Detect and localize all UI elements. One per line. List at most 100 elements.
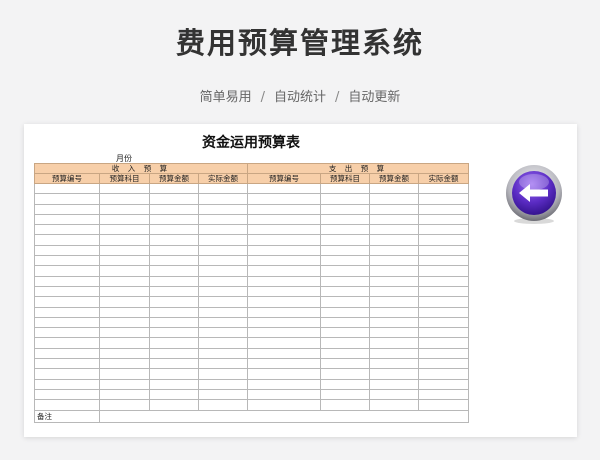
- table-cell[interactable]: [198, 193, 248, 205]
- table-cell[interactable]: [149, 358, 199, 370]
- table-cell[interactable]: [149, 337, 199, 349]
- table-cell[interactable]: [198, 337, 248, 349]
- table-cell[interactable]: [320, 358, 370, 370]
- table-cell[interactable]: [320, 255, 370, 267]
- table-cell[interactable]: [149, 234, 199, 246]
- table-cell[interactable]: [198, 234, 248, 246]
- table-cell[interactable]: [247, 347, 321, 360]
- table-cell[interactable]: [369, 327, 419, 339]
- table-cell[interactable]: [149, 285, 199, 298]
- table-cell[interactable]: [99, 265, 150, 277]
- table-cell[interactable]: [34, 255, 100, 267]
- table-cell[interactable]: [369, 203, 419, 215]
- table-cell[interactable]: [320, 285, 370, 298]
- table-cell[interactable]: [418, 244, 469, 257]
- table-cell[interactable]: [320, 234, 370, 246]
- table-cell[interactable]: [369, 316, 419, 329]
- table-cell[interactable]: [247, 327, 321, 339]
- table-cell[interactable]: [34, 378, 100, 390]
- table-cell[interactable]: [320, 399, 370, 411]
- table-cell[interactable]: [418, 306, 469, 318]
- table-cell[interactable]: [320, 265, 370, 277]
- table-cell[interactable]: [369, 306, 419, 318]
- table-cell[interactable]: [418, 285, 469, 298]
- table-cell[interactable]: [247, 368, 321, 380]
- table-cell[interactable]: [34, 327, 100, 339]
- table-cell[interactable]: [320, 275, 370, 287]
- note-cell[interactable]: [99, 409, 469, 423]
- table-cell[interactable]: [198, 213, 248, 226]
- table-cell[interactable]: [34, 182, 100, 195]
- table-cell[interactable]: [198, 368, 248, 380]
- table-cell[interactable]: [320, 388, 370, 401]
- table-cell[interactable]: [198, 275, 248, 287]
- table-cell[interactable]: [34, 265, 100, 277]
- back-button[interactable]: [503, 164, 565, 226]
- table-cell[interactable]: [99, 203, 150, 215]
- table-cell[interactable]: [34, 316, 100, 329]
- table-cell[interactable]: [99, 399, 150, 411]
- table-cell[interactable]: [247, 306, 321, 318]
- table-cell[interactable]: [247, 399, 321, 411]
- table-cell[interactable]: [99, 347, 150, 360]
- table-cell[interactable]: [34, 224, 100, 236]
- table-cell[interactable]: [99, 285, 150, 298]
- table-cell[interactable]: [99, 358, 150, 370]
- table-cell[interactable]: [149, 255, 199, 267]
- table-cell[interactable]: [34, 368, 100, 380]
- table-cell[interactable]: [369, 296, 419, 308]
- table-cell[interactable]: [198, 285, 248, 298]
- table-cell[interactable]: [149, 244, 199, 257]
- table-cell[interactable]: [247, 358, 321, 370]
- table-cell[interactable]: [369, 255, 419, 267]
- table-cell[interactable]: [34, 347, 100, 360]
- table-cell[interactable]: [34, 213, 100, 226]
- table-cell[interactable]: [369, 265, 419, 277]
- table-cell[interactable]: [198, 255, 248, 267]
- table-cell[interactable]: [418, 378, 469, 390]
- table-cell[interactable]: [418, 224, 469, 236]
- table-cell[interactable]: [198, 296, 248, 308]
- table-cell[interactable]: [369, 275, 419, 287]
- table-cell[interactable]: [369, 358, 419, 370]
- table-cell[interactable]: [198, 316, 248, 329]
- table-cell[interactable]: [149, 296, 199, 308]
- table-cell[interactable]: [418, 368, 469, 380]
- table-cell[interactable]: [247, 316, 321, 329]
- table-cell[interactable]: [247, 255, 321, 267]
- table-cell[interactable]: [34, 337, 100, 349]
- table-cell[interactable]: [198, 224, 248, 236]
- table-cell[interactable]: [369, 193, 419, 205]
- table-cell[interactable]: [99, 388, 150, 401]
- table-cell[interactable]: [320, 193, 370, 205]
- table-cell[interactable]: [369, 368, 419, 380]
- table-cell[interactable]: [247, 388, 321, 401]
- table-cell[interactable]: [149, 347, 199, 360]
- table-cell[interactable]: [99, 378, 150, 390]
- table-cell[interactable]: [99, 327, 150, 339]
- table-cell[interactable]: [198, 388, 248, 401]
- table-cell[interactable]: [418, 234, 469, 246]
- table-cell[interactable]: [320, 347, 370, 360]
- table-cell[interactable]: [99, 234, 150, 246]
- table-cell[interactable]: [34, 275, 100, 287]
- table-cell[interactable]: [418, 213, 469, 226]
- table-cell[interactable]: [149, 388, 199, 401]
- table-cell[interactable]: [369, 399, 419, 411]
- table-cell[interactable]: [198, 182, 248, 195]
- table-cell[interactable]: [369, 244, 419, 257]
- table-cell[interactable]: [198, 265, 248, 277]
- table-cell[interactable]: [34, 234, 100, 246]
- table-cell[interactable]: [369, 285, 419, 298]
- table-cell[interactable]: [34, 358, 100, 370]
- table-cell[interactable]: [34, 399, 100, 411]
- table-cell[interactable]: [247, 203, 321, 215]
- table-cell[interactable]: [149, 224, 199, 236]
- table-cell[interactable]: [418, 337, 469, 349]
- table-cell[interactable]: [369, 347, 419, 360]
- table-cell[interactable]: [198, 306, 248, 318]
- table-cell[interactable]: [369, 224, 419, 236]
- table-cell[interactable]: [320, 296, 370, 308]
- table-cell[interactable]: [418, 296, 469, 308]
- table-cell[interactable]: [149, 203, 199, 215]
